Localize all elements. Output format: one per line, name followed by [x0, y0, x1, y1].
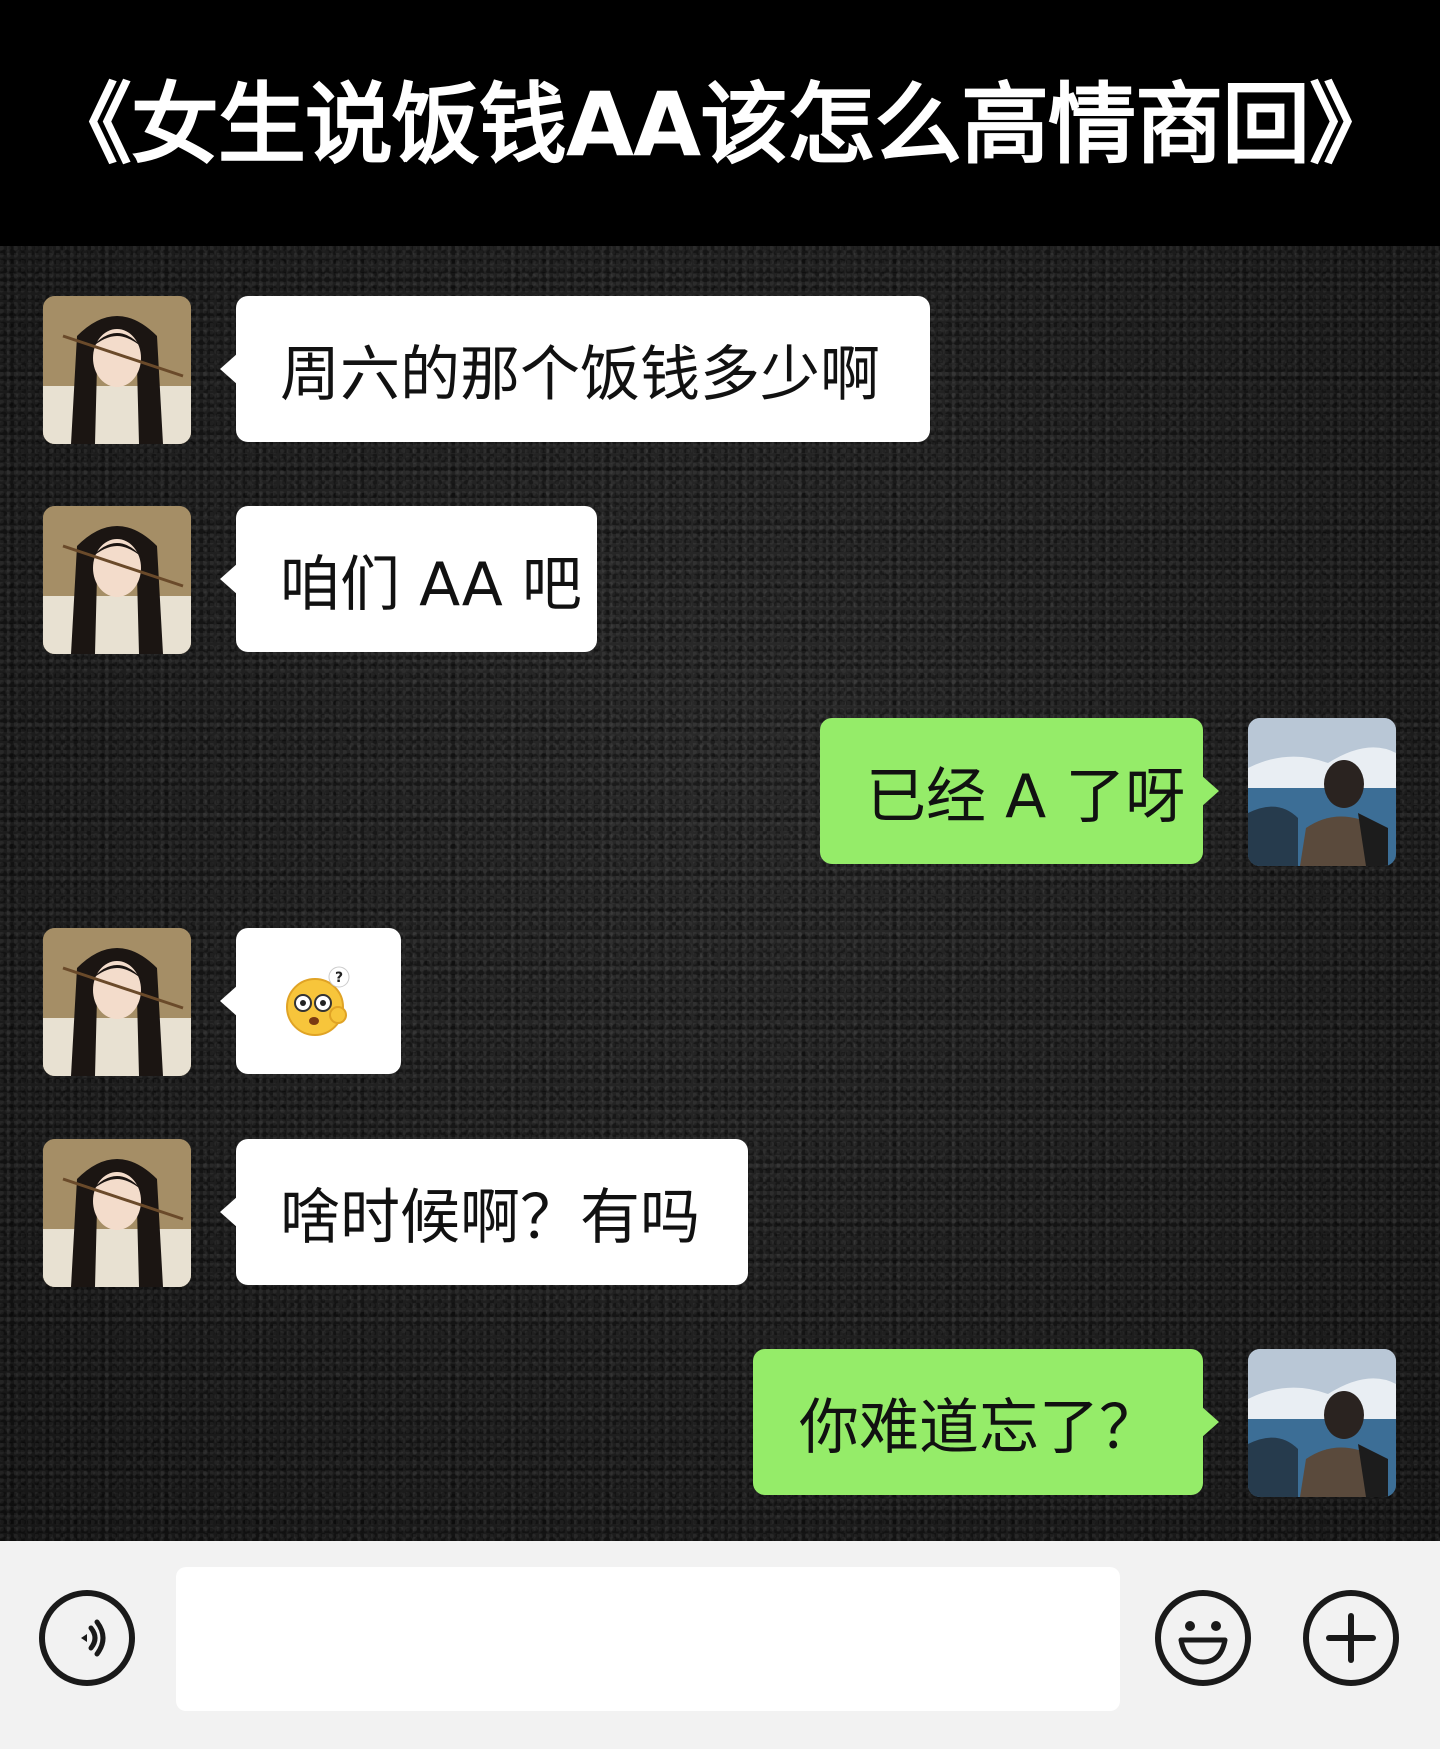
- message-text: 咱们 AA 吧: [280, 549, 582, 620]
- contact-avatar[interactable]: [43, 506, 191, 654]
- message-bubble-incoming[interactable]: 周六的那个饭钱多少啊: [220, 296, 930, 442]
- message-bubble-incoming[interactable]: 咱们 AA 吧: [220, 506, 597, 652]
- message-bubble-incoming[interactable]: ?: [220, 928, 401, 1074]
- message-row: [43, 296, 191, 444]
- contact-avatar[interactable]: [43, 296, 191, 444]
- smiley-icon: [1163, 1598, 1243, 1678]
- self-avatar[interactable]: [1248, 718, 1396, 866]
- page-title: 《女生说饭钱AA该怎么高情商回》: [43, 72, 1397, 176]
- confused-face-emoji: ?: [281, 965, 357, 1037]
- message-bubble-outgoing[interactable]: 你难道忘了？: [753, 1349, 1219, 1495]
- message-text: 啥时候啊？有吗: [280, 1182, 700, 1253]
- message-text: 周六的那个饭钱多少啊: [280, 339, 880, 410]
- message-row: [43, 1139, 191, 1287]
- voice-button[interactable]: [39, 1590, 135, 1686]
- message-row: [43, 928, 191, 1076]
- message-row: [43, 506, 191, 654]
- message-bubble-incoming[interactable]: 啥时候啊？有吗: [220, 1139, 748, 1285]
- emoji-button[interactable]: [1155, 1590, 1251, 1686]
- plus-icon: [1321, 1608, 1381, 1668]
- message-row: [1248, 1349, 1396, 1497]
- input-bar: [0, 1541, 1440, 1749]
- message-text: 已经 A 了呀: [866, 761, 1186, 832]
- title-banner: 《女生说饭钱AA该怎么高情商回》: [0, 0, 1440, 246]
- contact-avatar[interactable]: [43, 1139, 191, 1287]
- message-row: [1248, 718, 1396, 866]
- plus-button[interactable]: [1303, 1590, 1399, 1686]
- message-input[interactable]: [176, 1567, 1120, 1711]
- voice-icon: [57, 1608, 117, 1668]
- contact-avatar[interactable]: [43, 928, 191, 1076]
- svg-text:?: ?: [334, 970, 342, 986]
- message-text: 你难道忘了？: [799, 1392, 1159, 1463]
- message-bubble-outgoing[interactable]: 已经 A 了呀: [820, 718, 1219, 864]
- chat-area: 周六的那个饭钱多少啊 咱们 AA 吧 已经 A 了呀 ? 啥时候啊？有吗 你难道…: [0, 246, 1440, 1541]
- self-avatar[interactable]: [1248, 1349, 1396, 1497]
